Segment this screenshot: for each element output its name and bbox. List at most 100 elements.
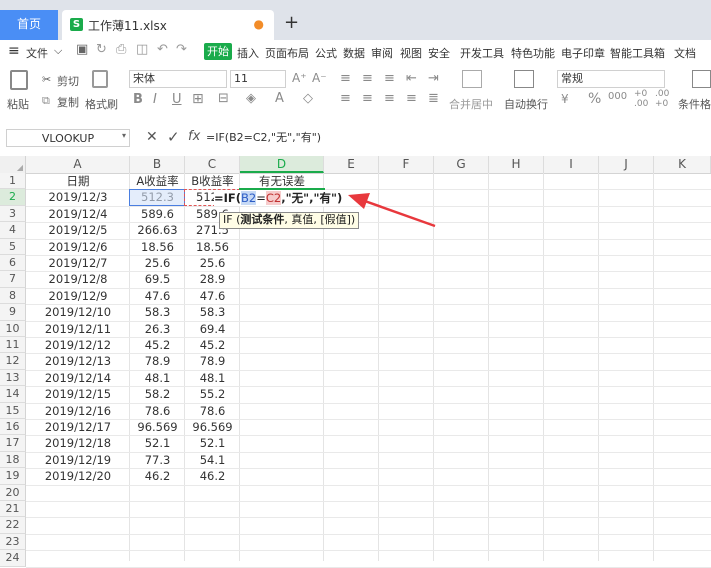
fx-button[interactable]: fx: [188, 129, 200, 144]
cell-b13[interactable]: 48.1: [130, 370, 185, 386]
justify-icon[interactable]: ≡: [406, 91, 417, 106]
menu-features[interactable]: 特色功能: [511, 45, 555, 61]
row-header[interactable]: 9: [0, 304, 26, 321]
align-middle-icon[interactable]: ≡: [362, 71, 373, 86]
indent-increase-icon[interactable]: ⇥: [428, 71, 439, 86]
cell-a14[interactable]: 2019/12/15: [26, 386, 130, 402]
menu-review[interactable]: 审阅: [371, 45, 393, 61]
col-header-j[interactable]: J: [599, 156, 654, 173]
col-header-i[interactable]: I: [544, 156, 599, 173]
row-header[interactable]: 23: [0, 533, 26, 551]
col-header-k[interactable]: K: [654, 156, 711, 173]
cell-c6[interactable]: 25.6: [185, 255, 240, 271]
wrap-text-icon[interactable]: [514, 70, 534, 88]
row-header[interactable]: 8: [0, 287, 26, 305]
cancel-button[interactable]: ✕: [146, 129, 158, 145]
tab-file[interactable]: S 工作薄11.xlsx ●: [62, 10, 274, 40]
italic-button[interactable]: I: [153, 92, 157, 107]
align-center-icon[interactable]: ≡: [362, 91, 373, 106]
confirm-button[interactable]: ✓: [167, 128, 180, 146]
hamburger-icon[interactable]: ≡: [8, 43, 20, 59]
conditional-format-icon[interactable]: [692, 70, 711, 88]
align-left-icon[interactable]: ≡: [340, 91, 351, 106]
cell-b11[interactable]: 45.2: [130, 337, 185, 353]
save-icon[interactable]: ▣: [76, 42, 88, 57]
select-all-corner[interactable]: ◢: [0, 156, 26, 173]
increase-decimal-icon[interactable]: +0.00: [634, 89, 648, 109]
cell-c14[interactable]: 55.2: [185, 386, 240, 402]
row-header[interactable]: 3: [0, 205, 26, 223]
cell-b16[interactable]: 96.569: [130, 419, 185, 435]
export-icon[interactable]: ↻: [96, 42, 107, 57]
cell-b12[interactable]: 78.9: [130, 353, 185, 369]
menu-e-seal[interactable]: 电子印章: [561, 45, 605, 61]
cell-a9[interactable]: 2019/12/10: [26, 304, 130, 320]
cell-b10[interactable]: 26.3: [130, 321, 185, 337]
cell-a6[interactable]: 2019/12/7: [26, 255, 130, 271]
cell-a8[interactable]: 2019/12/9: [26, 288, 130, 304]
name-box-chevron-icon[interactable]: ▾: [122, 131, 126, 140]
cell-a17[interactable]: 2019/12/18: [26, 435, 130, 451]
undo-icon[interactable]: ↶: [157, 42, 168, 57]
cell-d1[interactable]: 有无误差: [240, 173, 324, 189]
decrease-decimal-icon[interactable]: .00 +0: [655, 89, 669, 109]
format-painter-icon[interactable]: [92, 70, 108, 88]
wrap-text-label[interactable]: 自动换行: [504, 96, 548, 112]
font-name-select[interactable]: 宋体: [129, 70, 227, 88]
cell-c12[interactable]: 78.9: [185, 353, 240, 369]
col-header-e[interactable]: E: [324, 156, 379, 173]
row-header[interactable]: 5: [0, 238, 26, 255]
cell-b3[interactable]: 589.6: [130, 206, 185, 222]
cell-a7[interactable]: 2019/12/8: [26, 271, 130, 287]
col-header-f[interactable]: F: [379, 156, 434, 173]
row-header[interactable]: 21: [0, 501, 26, 518]
cell-b5[interactable]: 18.56: [130, 239, 185, 255]
cell-d2-edit[interactable]: =IF(B2=C2,"无","有"): [214, 190, 345, 206]
indent-decrease-icon[interactable]: ⇤: [406, 71, 417, 86]
print-icon[interactable]: ⎙: [116, 42, 126, 57]
col-header-h[interactable]: H: [489, 156, 544, 173]
clear-icon[interactable]: ◇: [303, 91, 313, 106]
row-header[interactable]: 6: [0, 255, 26, 272]
menu-security[interactable]: 安全: [428, 45, 450, 61]
increase-font-icon[interactable]: A⁺: [292, 71, 307, 85]
thousands-icon[interactable]: 000: [608, 91, 627, 102]
cell-a16[interactable]: 2019/12/17: [26, 419, 130, 435]
menu-insert[interactable]: 插入: [237, 45, 259, 61]
menu-docs[interactable]: 文档: [674, 45, 696, 61]
cell-c16[interactable]: 96.569: [185, 419, 240, 435]
row-header[interactable]: 15: [0, 402, 26, 419]
menu-start[interactable]: 开始: [204, 43, 232, 60]
row-header[interactable]: 14: [0, 386, 26, 403]
row-header[interactable]: 10: [0, 320, 26, 337]
cut-icon[interactable]: ✂: [42, 73, 51, 86]
merge-icon[interactable]: ⊟: [218, 91, 229, 106]
percent-icon[interactable]: %: [588, 91, 601, 107]
row-header[interactable]: 1: [0, 173, 26, 190]
cell-c8[interactable]: 47.6: [185, 288, 240, 304]
menu-data[interactable]: 数据: [343, 45, 365, 61]
cell-b7[interactable]: 69.5: [130, 271, 185, 287]
tab-home[interactable]: 首页: [0, 10, 58, 40]
redo-icon[interactable]: ↷: [176, 42, 187, 57]
cell-b14[interactable]: 58.2: [130, 386, 185, 402]
merge-center-icon[interactable]: [462, 70, 482, 88]
distribute-icon[interactable]: ≣: [428, 91, 439, 106]
preview-icon[interactable]: ◫: [136, 42, 148, 57]
cell-a18[interactable]: 2019/12/19: [26, 452, 130, 468]
align-right-icon[interactable]: ≡: [384, 91, 395, 106]
row-header[interactable]: 13: [0, 369, 26, 387]
row-header[interactable]: 11: [0, 337, 26, 354]
copy-button[interactable]: 复制: [57, 94, 79, 110]
cell-a2[interactable]: 2019/12/3: [26, 189, 130, 205]
cell-c9[interactable]: 58.3: [185, 304, 240, 320]
cell-a13[interactable]: 2019/12/14: [26, 370, 130, 386]
cell-c18[interactable]: 54.1: [185, 452, 240, 468]
cell-a11[interactable]: 2019/12/12: [26, 337, 130, 353]
menu-formula[interactable]: 公式: [315, 45, 337, 61]
col-header-d[interactable]: D: [240, 156, 324, 173]
cell-c5[interactable]: 18.56: [185, 239, 240, 255]
cell-c7[interactable]: 28.9: [185, 271, 240, 287]
font-color-icon[interactable]: A: [275, 91, 284, 106]
fill-color-icon[interactable]: ◈: [246, 91, 256, 106]
